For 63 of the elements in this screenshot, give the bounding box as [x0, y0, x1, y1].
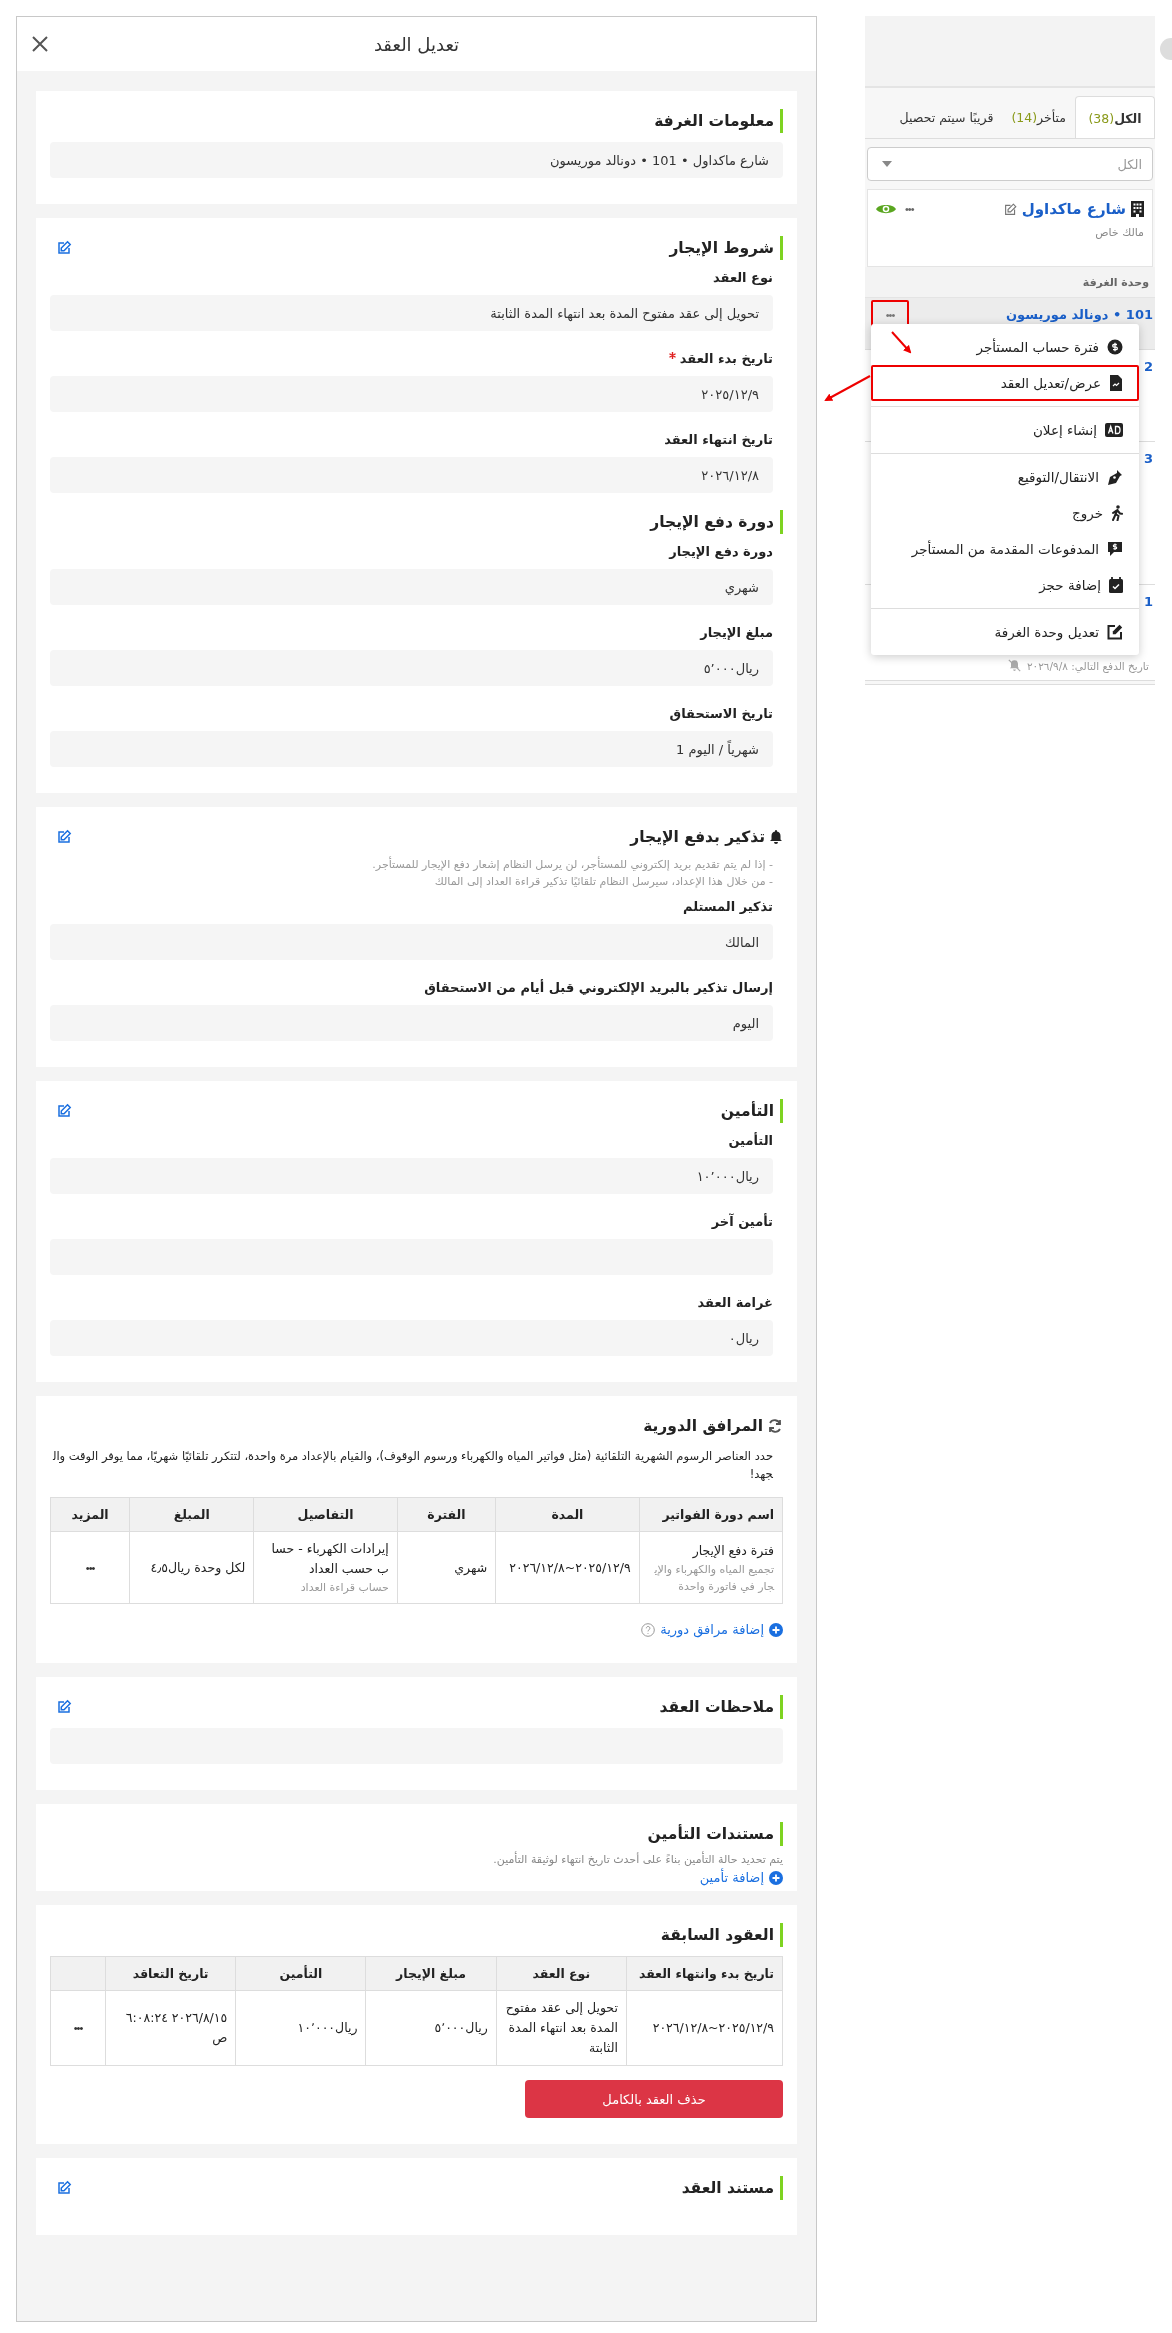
billing-name: فترة دفع الإيجار [691, 1541, 774, 1561]
value-field: ٢٠٢٦/١٢/٨ [50, 457, 773, 493]
field-label: تاريخ انتهاء العقد [664, 431, 773, 449]
section-title: دورة دفع الإيجار [650, 510, 783, 534]
field-label: التأمين [728, 1132, 773, 1150]
column-header: تاريخ التعاقد [105, 1956, 236, 1991]
field-label: تاريخ الاستحقاق [669, 705, 773, 723]
value-field: ريال٠ [50, 1320, 773, 1356]
section-title: التأمين [720, 1099, 783, 1123]
hint-text: - من خلال هذا الإعداد، سيرسل النظام تلقائيًا تذكير قراءة العداد إلى المالك [433, 874, 773, 890]
modal-title: تعديل العقد [373, 33, 460, 55]
field-label: تذكير المستلم [683, 898, 773, 916]
table-cell: شهري [397, 1531, 496, 1604]
column-header: مبلغ الإيجار [366, 1956, 497, 1991]
field-label: دورة دفع الإيجار [669, 543, 773, 561]
field-label: غرامة العقد [697, 1294, 773, 1312]
section-header: وحدة الغرفة [865, 267, 1155, 298]
section-title: تذكير بدفع الإيجار [630, 825, 783, 849]
column-header: الفترة [397, 1497, 496, 1532]
table-cell: ريال٥٬٠٠٠ [366, 1990, 497, 2066]
value-field: شارع ماكداول • 101 • دونالد موريسون [50, 142, 783, 178]
column-header: المدة [495, 1497, 640, 1532]
field-label: نوع العقد [713, 269, 773, 287]
section-title: المرافق الدورية [643, 1414, 783, 1438]
hint-text: يتم تحديد حالة التأمين بناءً على أحدث تاريخ انتهاء لوثيقة التأمين. [492, 1851, 783, 1868]
table-cell: ٢٠٢٥/١٢/٩~٢٠٢٦/١٢/٨ [495, 1531, 640, 1604]
value-field: اليوم [50, 1005, 773, 1041]
field-label: مبلغ الإيجار [700, 624, 773, 642]
details-note: حساب قراءة العداد [299, 1580, 389, 1596]
description-text: حدد العناصر الرسوم الشهرية التلقائية (مثل فواتير المياه والكهرباء ورسوم الوقوف)، والقيام بالإعداد مرة واحدة، لتتكرر تلقائيًا شهريًا، مما يوفر الوقت والجهد! [51, 1448, 773, 1483]
value-field: ٢٠٢٥/١٢/٩ [50, 376, 773, 412]
column-header: التأمين [235, 1956, 366, 1991]
section-title: ملاحظات العقد [659, 1695, 783, 1719]
details-text: إيرادات الكهرباء - حساب حسب العداد [270, 1540, 389, 1578]
field-label: تأمين آخر [711, 1213, 773, 1231]
table-cell: لكل وحدة ريال٤٫٥ [129, 1531, 254, 1604]
column-header: المبلغ [129, 1497, 254, 1532]
section-title: معلومات الغرفة [654, 109, 783, 133]
value-field: المالك [50, 924, 773, 960]
section-title: شروط الإيجار [669, 236, 783, 260]
value-field: تحويل إلى عقد مفتوح المدة بعد انتهاء المدة الثابتة [50, 295, 773, 331]
table-cell: تحويل إلى عقد مفتوح المدة بعد انتهاء المدة الثابتة [496, 1990, 627, 2066]
field-label: إرسال تذكير بالبريد الإلكتروني قبل أيام من الاستحقاق [424, 979, 773, 997]
table-cell: ريال١٠٬٠٠٠ [235, 1990, 366, 2066]
table-cell: ٢٠٢٦/٨/١٥ ٦:٠٨:٢٤ ص [105, 1990, 236, 2066]
table-cell: ٢٠٢٥/١٢/٩~٢٠٢٦/١٢/٨ [626, 1990, 783, 2066]
value-field: ريال١٠٬٠٠٠ [50, 1158, 773, 1194]
next-payment-text: تاريخ الدفع التالي: ٢٠٢٦/٩/٨ [1026, 659, 1149, 672]
column-header: المزيد [50, 1497, 130, 1532]
value-field: شهرياً / اليوم 1 [50, 731, 773, 767]
billing-note: تجميع المياه والكهرباء والإيجار في فاتورة واحدة [653, 1561, 774, 1595]
column-header: تاريخ بدء وانتهاء العقد [626, 1956, 783, 1991]
section-title: مستند العقد [681, 2176, 783, 2200]
section-title: العقود السابقة [660, 1923, 783, 1947]
column-header: التفاصيل [253, 1497, 398, 1532]
field-label: تاريخ بدء العقد [679, 350, 773, 368]
value-field: شهري [50, 569, 773, 605]
value-field: ريال٥٬٠٠٠ [50, 650, 773, 686]
section-title: مستندات التأمين [647, 1822, 783, 1846]
owner-text: مالك خاص [1094, 226, 1144, 239]
hint-text: - إذا لم يتم تقديم بريد إلكتروني للمستأجر، لن يرسل النظام إشعار دفع الإيجار للمستأجر. [371, 856, 773, 873]
column-header: اسم دورة الفواتير [639, 1497, 783, 1532]
column-header: نوع العقد [496, 1956, 627, 1991]
